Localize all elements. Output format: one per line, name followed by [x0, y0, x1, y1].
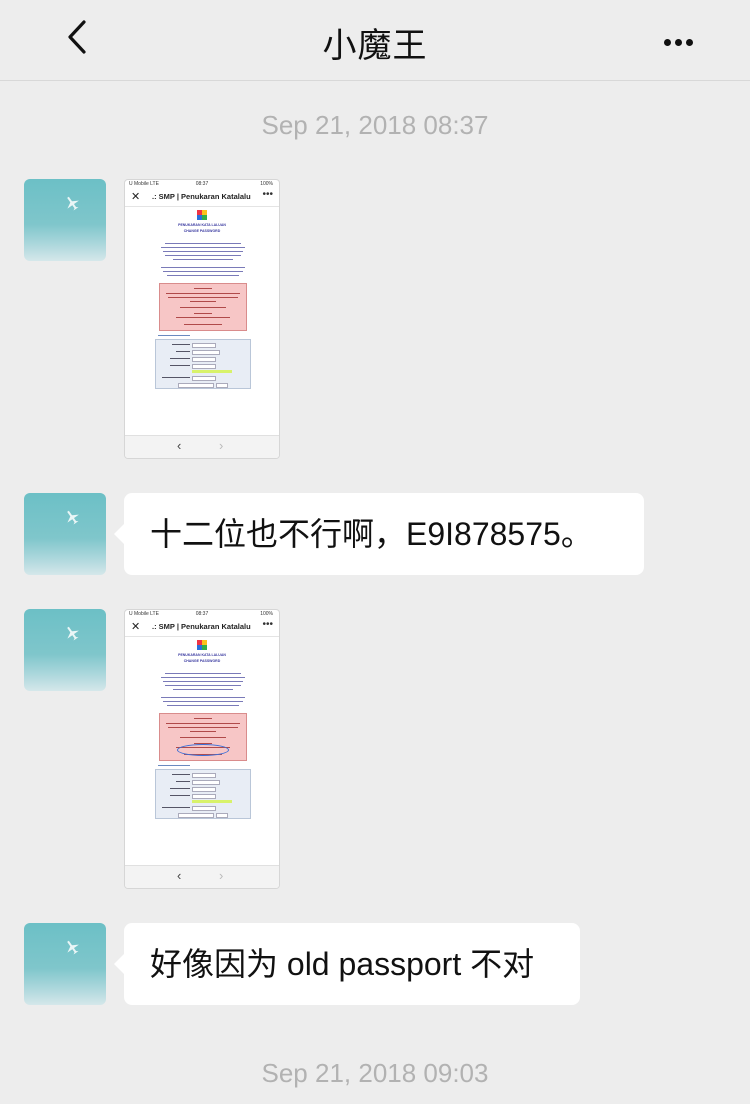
more-options-button[interactable]	[662, 30, 702, 46]
more-dot-icon	[675, 39, 682, 46]
forward-icon: ›	[219, 438, 224, 453]
avatar[interactable]	[24, 493, 106, 575]
menu-icon: •••	[262, 619, 273, 630]
screenshot-heading: PENUKARAN KATA LALUAN	[178, 653, 226, 657]
airplane-icon	[67, 940, 79, 955]
menu-icon: •••	[262, 189, 273, 200]
clock-text: 08:37	[195, 611, 209, 617]
avatar[interactable]	[24, 179, 106, 261]
airplane-icon	[67, 626, 79, 641]
avatar[interactable]	[24, 609, 106, 691]
back-icon: ‹	[177, 868, 182, 883]
screenshot-page-title: .: SMP | Penukaran Katalalu	[152, 622, 251, 631]
screenshot-status-bar: U Mobile LTE 08:37 100%	[125, 610, 279, 619]
image-message[interactable]: U Mobile LTE 08:37 100% ✕ .: SMP | Penuk…	[124, 179, 280, 459]
error-box	[159, 283, 247, 331]
back-icon: ‹	[177, 438, 182, 453]
chat-header: 小魔王	[0, 0, 750, 81]
message-timestamp: Sep 21, 2018 08:37	[261, 110, 489, 140]
screenshot-page-title: .: SMP | Penukaran Katalalu	[152, 192, 251, 201]
screenshot-heading: PENUKARAN KATA LALUAN	[178, 223, 226, 227]
close-icon: ✕	[131, 621, 141, 633]
forward-icon: ›	[219, 868, 224, 883]
chat-title: 小魔王	[322, 27, 428, 65]
logo-icon	[197, 640, 207, 650]
annotation-circle	[177, 744, 229, 756]
avatar[interactable]	[24, 923, 106, 1005]
airplane-icon	[67, 510, 79, 525]
clock-text: 08:37	[195, 181, 209, 187]
screenshot-nav: ✕ .: SMP | Penukaran Katalalu •••	[125, 189, 279, 207]
screenshot-subheading: CHANGE PASSWORD	[183, 659, 221, 663]
screenshot-subheading: CHANGE PASSWORD	[183, 229, 221, 233]
more-dot-icon	[686, 39, 693, 46]
logo-icon	[197, 210, 207, 220]
password-form	[155, 335, 251, 389]
airplane-icon	[67, 196, 79, 211]
battery-text: 100%	[260, 611, 273, 617]
battery-text: 100%	[260, 181, 273, 187]
more-dot-icon	[664, 39, 671, 46]
text-message[interactable]: 好像因为 old passport 不对	[114, 923, 580, 1005]
screenshot-browser-toolbar: ‹ ›	[125, 865, 279, 888]
screenshot-nav: ✕ .: SMP | Penukaran Katalalu •••	[125, 619, 279, 637]
close-icon: ✕	[131, 191, 141, 203]
text-message[interactable]: 十二位也不行啊，E9I878575。	[114, 493, 644, 575]
screenshot-status-bar: U Mobile LTE 08:37 100%	[125, 180, 279, 189]
image-message[interactable]: U Mobile LTE 08:37 100% ✕ .: SMP | Penuk…	[124, 609, 280, 889]
password-form	[155, 765, 251, 819]
screenshot-browser-toolbar: ‹ ›	[125, 435, 279, 458]
message-timestamp: Sep 21, 2018 09:03	[261, 1058, 489, 1088]
